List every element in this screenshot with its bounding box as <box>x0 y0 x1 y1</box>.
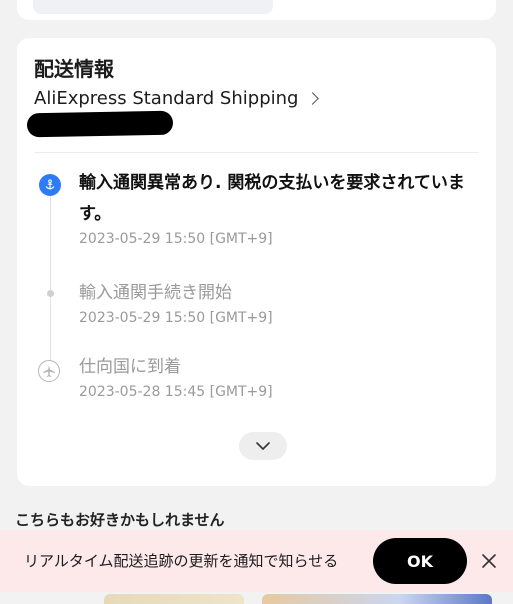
event-time: 2023-05-29 15:50 [GMT+9] <box>79 231 273 247</box>
product-image[interactable] <box>262 594 492 604</box>
shipping-info-title: 配送情報 <box>34 57 114 81</box>
previous-card <box>17 0 496 20</box>
tracking-number-redaction <box>26 110 174 138</box>
tracking-event: 仕向国に到着 2023-05-28 15:45 [GMT+9] <box>79 352 479 401</box>
event-time: 2023-05-29 15:50 [GMT+9] <box>79 310 273 326</box>
previous-card-pill <box>33 0 273 14</box>
tracking-event: 輸入通関手続き開始 2023-05-29 15:50 [GMT+9] <box>79 278 479 327</box>
airplane-icon <box>38 360 60 382</box>
notification-banner: リアルタイム配送追跡の更新を通知で知らせる OK <box>0 530 513 592</box>
timeline-line <box>50 184 51 374</box>
divider <box>34 152 479 153</box>
recommendations-heading: こちらもお好きかもしれません <box>15 511 225 529</box>
expand-timeline-button[interactable] <box>239 432 287 460</box>
event-title: 輸入通関異常あり. 関税の支払いを要求されています。 <box>79 173 465 224</box>
event-time: 2023-05-28 15:45 [GMT+9] <box>79 384 273 400</box>
event-title: 輸入通関手続き開始 <box>79 283 232 303</box>
ok-button[interactable]: OK <box>373 538 467 584</box>
event-title: 仕向国に到着 <box>79 357 181 377</box>
carrier-name: AliExpress Standard Shipping <box>34 87 299 109</box>
tracking-event: 輸入通関異常あり. 関税の支払いを要求されています。 2023-05-29 15… <box>79 168 479 248</box>
close-icon[interactable] <box>478 550 500 572</box>
product-image[interactable] <box>104 594 244 604</box>
dot-icon <box>47 290 54 297</box>
anchor-icon <box>39 174 61 196</box>
carrier-link[interactable]: AliExpress Standard Shipping <box>34 86 320 110</box>
chevron-right-icon <box>306 91 320 105</box>
shipping-info-card: 配送情報 AliExpress Standard Shipping 輸入通関異常… <box>17 38 496 486</box>
banner-text: リアルタイム配送追跡の更新を通知で知らせる <box>24 552 339 570</box>
chevron-down-icon <box>256 442 270 450</box>
